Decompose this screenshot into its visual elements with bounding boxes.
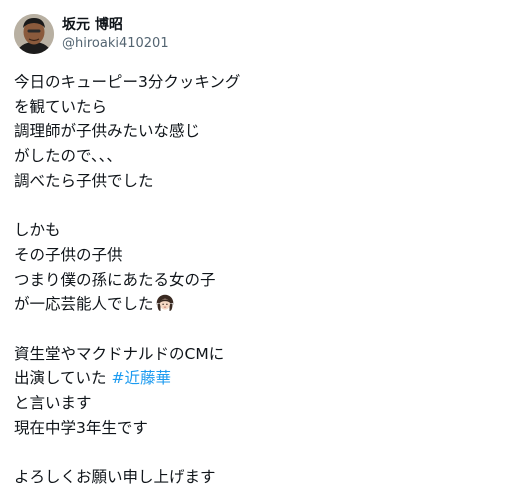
tweet-text: 今日のキューピー3分クッキング を観ていたら 調理師が子供みたいな感じ がしたの… <box>14 70 504 490</box>
author-handle[interactable]: @hiroaki410201 <box>62 35 169 53</box>
tweet-line: 今日のキューピー3分クッキング <box>14 73 241 91</box>
tweet-line: を観ていたら <box>14 97 108 116</box>
hashtag-link[interactable]: #近藤華 <box>111 369 171 387</box>
girl-emoji-icon <box>156 294 174 313</box>
tweet-line: しかも <box>14 221 61 240</box>
author-names: 坂元 博昭 @hiroaki410201 <box>62 16 169 53</box>
tweet-line: がしたので、、、 <box>14 147 122 166</box>
tweet-line: と言います <box>14 393 92 412</box>
tweet-line: よろしくお願い申し上げます <box>14 468 216 486</box>
tweet-line: つまり僕の孫にあたる女の子 <box>14 270 216 289</box>
tweet-line: 調べたら子供でした <box>14 171 154 190</box>
tweet-header: 坂元 博昭 @hiroaki410201 <box>14 12 169 56</box>
author-display-name[interactable]: 坂元 博昭 <box>62 16 169 35</box>
tweet-line-with-hashtag: 出演していた #近藤華 <box>14 366 504 391</box>
tweet-line: 現在中学3年生です <box>14 418 148 437</box>
tweet-card: 坂元 博昭 @hiroaki410201 今日のキューピー3分クッキング を観て… <box>0 0 517 497</box>
tweet-line-with-emoji: が一応芸能人でした <box>14 292 504 317</box>
tweet-line: 資生堂やマクドナルドのCMに <box>14 344 225 363</box>
tweet-line-text: 出演していた <box>14 369 112 388</box>
tweet-line: その子供の子供 <box>14 245 123 264</box>
tweet-line-text: が一応芸能人でした <box>14 295 154 314</box>
person-avatar-icon[interactable] <box>14 14 54 54</box>
tweet-line: 調理師が子供みたいな感じ <box>14 122 201 141</box>
